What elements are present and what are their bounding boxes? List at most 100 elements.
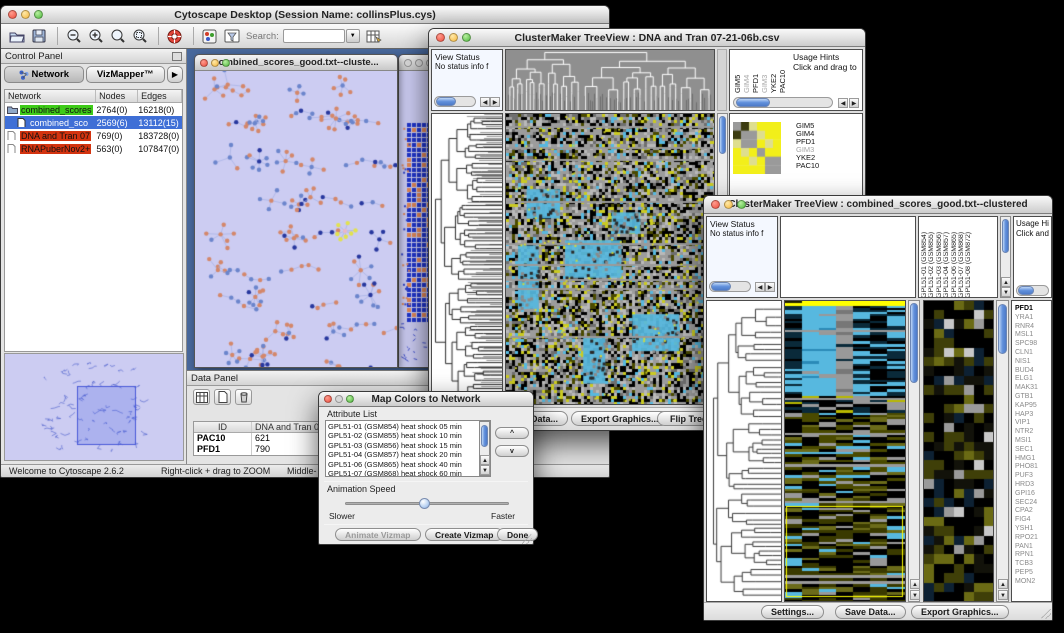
zoom-button[interactable] xyxy=(222,59,230,67)
gene-label[interactable]: RPN1 xyxy=(1015,551,1052,560)
row-dendrogram-canvas[interactable] xyxy=(432,114,502,404)
zoom-out-icon[interactable] xyxy=(64,27,83,45)
search-dropdown-button[interactable]: ▼ xyxy=(346,29,360,43)
zoom-button[interactable] xyxy=(462,33,471,42)
minimize-button[interactable] xyxy=(21,10,30,19)
network-view1-titlebar[interactable]: combined_scores_good.txt--cluste... xyxy=(195,55,397,71)
treeview2-titlebar[interactable]: ClusterMaker TreeView : combined_scores_… xyxy=(704,196,1052,214)
attribute-table-icon[interactable] xyxy=(365,27,384,45)
col-nodes[interactable]: Nodes xyxy=(96,90,138,102)
scroll-down-icon[interactable]: ▼ xyxy=(998,590,1008,600)
gene-label[interactable]: MAK31 xyxy=(1015,384,1052,393)
scroll-left-icon[interactable]: ◀ xyxy=(755,282,765,292)
attribute-item[interactable]: GPL51-03 (GSM856) heat shock 15 min xyxy=(328,441,488,450)
close-button[interactable] xyxy=(711,200,720,209)
zoom-button[interactable] xyxy=(737,200,746,209)
gene-label[interactable]: BUD4 xyxy=(1015,367,1052,376)
tv2-vertical-scrollbar[interactable]: ▲ ▼ xyxy=(908,300,920,602)
gene-label[interactable]: CLN1 xyxy=(1015,349,1052,358)
create-vizmap-button[interactable]: Create Vizmap xyxy=(425,528,503,541)
close-button[interactable] xyxy=(324,395,332,403)
scroll-left-icon[interactable]: ◀ xyxy=(480,97,490,107)
zoomed-matrix-canvas[interactable] xyxy=(733,122,781,174)
gene-label[interactable]: HAP3 xyxy=(1015,411,1052,420)
new-attribute-icon[interactable] xyxy=(214,389,231,405)
column-dendrogram-canvas[interactable] xyxy=(506,50,714,110)
animate-vizmap-button[interactable]: Animate Vizmap xyxy=(335,528,421,541)
export-graphics-button[interactable]: Export Graphics... xyxy=(571,411,669,426)
network-view-window-1[interactable]: combined_scores_good.txt--cluste... xyxy=(194,54,398,368)
scroll-right-icon[interactable]: ▶ xyxy=(490,97,500,107)
attribute-select-icon[interactable] xyxy=(193,389,210,405)
gene-label[interactable]: SPC98 xyxy=(1015,340,1052,349)
gene-label[interactable]: SEC1 xyxy=(1015,446,1052,455)
save-icon[interactable] xyxy=(29,27,48,45)
gene-label[interactable]: PFD1 xyxy=(1015,305,1052,314)
settings-button[interactable]: Settings... xyxy=(761,605,824,619)
vizmap-icon[interactable] xyxy=(200,27,219,45)
slider-thumb[interactable] xyxy=(419,498,430,509)
treeview1-titlebar[interactable]: ClusterMaker TreeView : DNA and Tran 07-… xyxy=(429,29,865,47)
resize-grip[interactable] xyxy=(522,534,532,544)
search-input[interactable] xyxy=(283,29,345,43)
close-button[interactable] xyxy=(200,59,208,67)
network-overview-canvas[interactable] xyxy=(4,353,184,461)
scroll-up-icon[interactable]: ▲ xyxy=(998,579,1008,589)
close-button[interactable] xyxy=(404,59,412,67)
scroll-up-icon[interactable]: ▲ xyxy=(480,455,490,465)
scroll-up-icon[interactable]: ▲ xyxy=(1001,277,1011,287)
move-down-button[interactable]: v xyxy=(495,445,529,457)
zoomed-heatmap-canvas[interactable] xyxy=(924,301,993,601)
gene-label[interactable]: PUF3 xyxy=(1015,472,1052,481)
scroll-right-icon[interactable]: ▶ xyxy=(849,98,859,108)
resize-grip[interactable] xyxy=(1041,609,1051,619)
tv1-splitter[interactable] xyxy=(717,49,727,111)
gene-label[interactable]: TCB3 xyxy=(1015,560,1052,569)
network-row[interactable]: combined_scores 2764(0) 16218(0) xyxy=(5,103,182,116)
heatmap-canvas[interactable] xyxy=(506,114,714,404)
scroll-down-icon[interactable]: ▼ xyxy=(910,590,920,600)
gene-label[interactable]: MSL1 xyxy=(1015,331,1052,340)
gene-label[interactable]: GTB1 xyxy=(1015,393,1052,402)
gene-label[interactable]: PHO81 xyxy=(1015,463,1052,472)
network-row-selected[interactable]: combined_sco 2569(6) 13112(15) xyxy=(5,116,182,129)
heatmap-canvas[interactable] xyxy=(785,301,905,601)
annotation-icon[interactable] xyxy=(222,27,241,45)
attribute-item[interactable]: GPL51-02 (GSM855) heat shock 10 min xyxy=(328,431,488,440)
gene-label[interactable]: VIP1 xyxy=(1015,419,1052,428)
zoom-button[interactable] xyxy=(346,395,354,403)
main-titlebar[interactable]: Cytoscape Desktop (Session Name: collins… xyxy=(1,6,609,24)
scroll-left-icon[interactable]: ◀ xyxy=(838,98,848,108)
open-folder-icon[interactable] xyxy=(7,27,26,45)
done-button[interactable]: Done xyxy=(497,528,538,541)
scroll-down-icon[interactable]: ▼ xyxy=(480,465,490,475)
minimize-button[interactable] xyxy=(724,200,733,209)
view-status-scrollbar[interactable] xyxy=(434,96,476,107)
scroll-down-icon[interactable]: ▼ xyxy=(1001,287,1011,297)
network-canvas[interactable] xyxy=(195,71,397,367)
gene-label[interactable]: RNR4 xyxy=(1015,323,1052,332)
gene-label[interactable]: SEC24 xyxy=(1015,499,1052,508)
gene-label[interactable]: NTR2 xyxy=(1015,428,1052,437)
gene-label[interactable]: RPO21 xyxy=(1015,534,1052,543)
float-panel-icon[interactable] xyxy=(172,52,182,61)
move-up-button[interactable]: ^ xyxy=(495,427,529,439)
gene-label[interactable]: MSI1 xyxy=(1015,437,1052,446)
gene-label[interactable]: GPI16 xyxy=(1015,490,1052,499)
gene-label[interactable]: HRD3 xyxy=(1015,481,1052,490)
gene-label[interactable]: PAN1 xyxy=(1015,543,1052,552)
close-button[interactable] xyxy=(436,33,445,42)
gene-label[interactable]: FIG4 xyxy=(1015,516,1052,525)
save-data-button[interactable]: Save Data... xyxy=(835,605,906,619)
lifebuoy-icon[interactable] xyxy=(165,27,184,45)
gene-label[interactable]: MON2 xyxy=(1015,578,1052,587)
close-button[interactable] xyxy=(8,10,17,19)
gene-label[interactable]: ELG1 xyxy=(1015,375,1052,384)
tv2-gene-scrollbar[interactable]: ▲ ▼ xyxy=(996,300,1009,602)
delete-attribute-icon[interactable] xyxy=(235,389,252,405)
zoom-fit-icon[interactable] xyxy=(108,27,127,45)
attribute-item[interactable]: GPL51-07 (GSM868) heat shock 60 min xyxy=(328,469,488,477)
network-row[interactable]: DNA and Tran 07 769(0) 183728(0) xyxy=(5,129,182,142)
zoom-button[interactable] xyxy=(34,10,43,19)
gene-label[interactable]: YRA1 xyxy=(1015,314,1052,323)
